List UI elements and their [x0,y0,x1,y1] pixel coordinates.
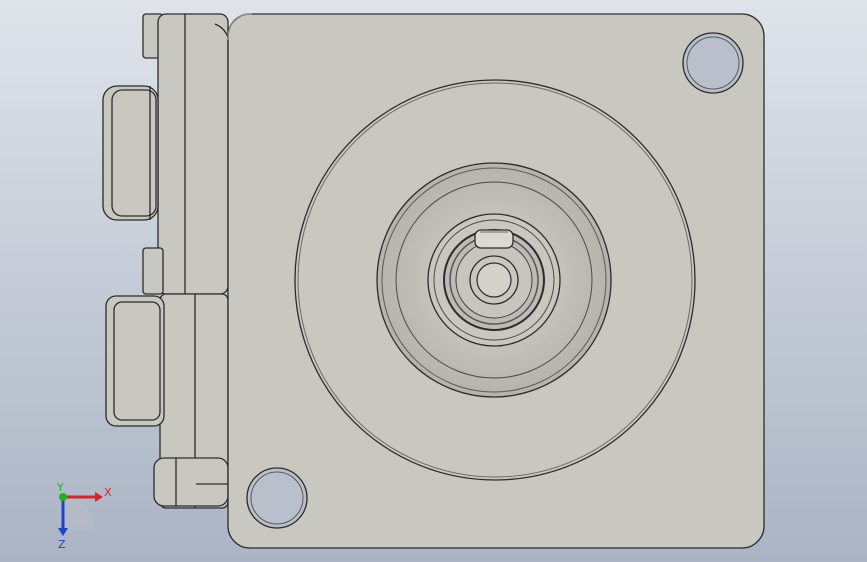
cad-viewport[interactable]: X Y Z [0,0,867,562]
axis-label-y: Y [56,481,64,494]
axis-label-x: X [104,486,112,499]
lower-connector [105,295,165,427]
mounting-hole-bottom-left [246,467,308,529]
upper-connector [102,85,159,221]
bottom-boss [153,457,229,507]
motor-part[interactable] [102,13,765,549]
shaft-key [474,229,514,249]
axis-label-z: Z [58,538,66,551]
mounting-hole-top-right [682,32,744,94]
